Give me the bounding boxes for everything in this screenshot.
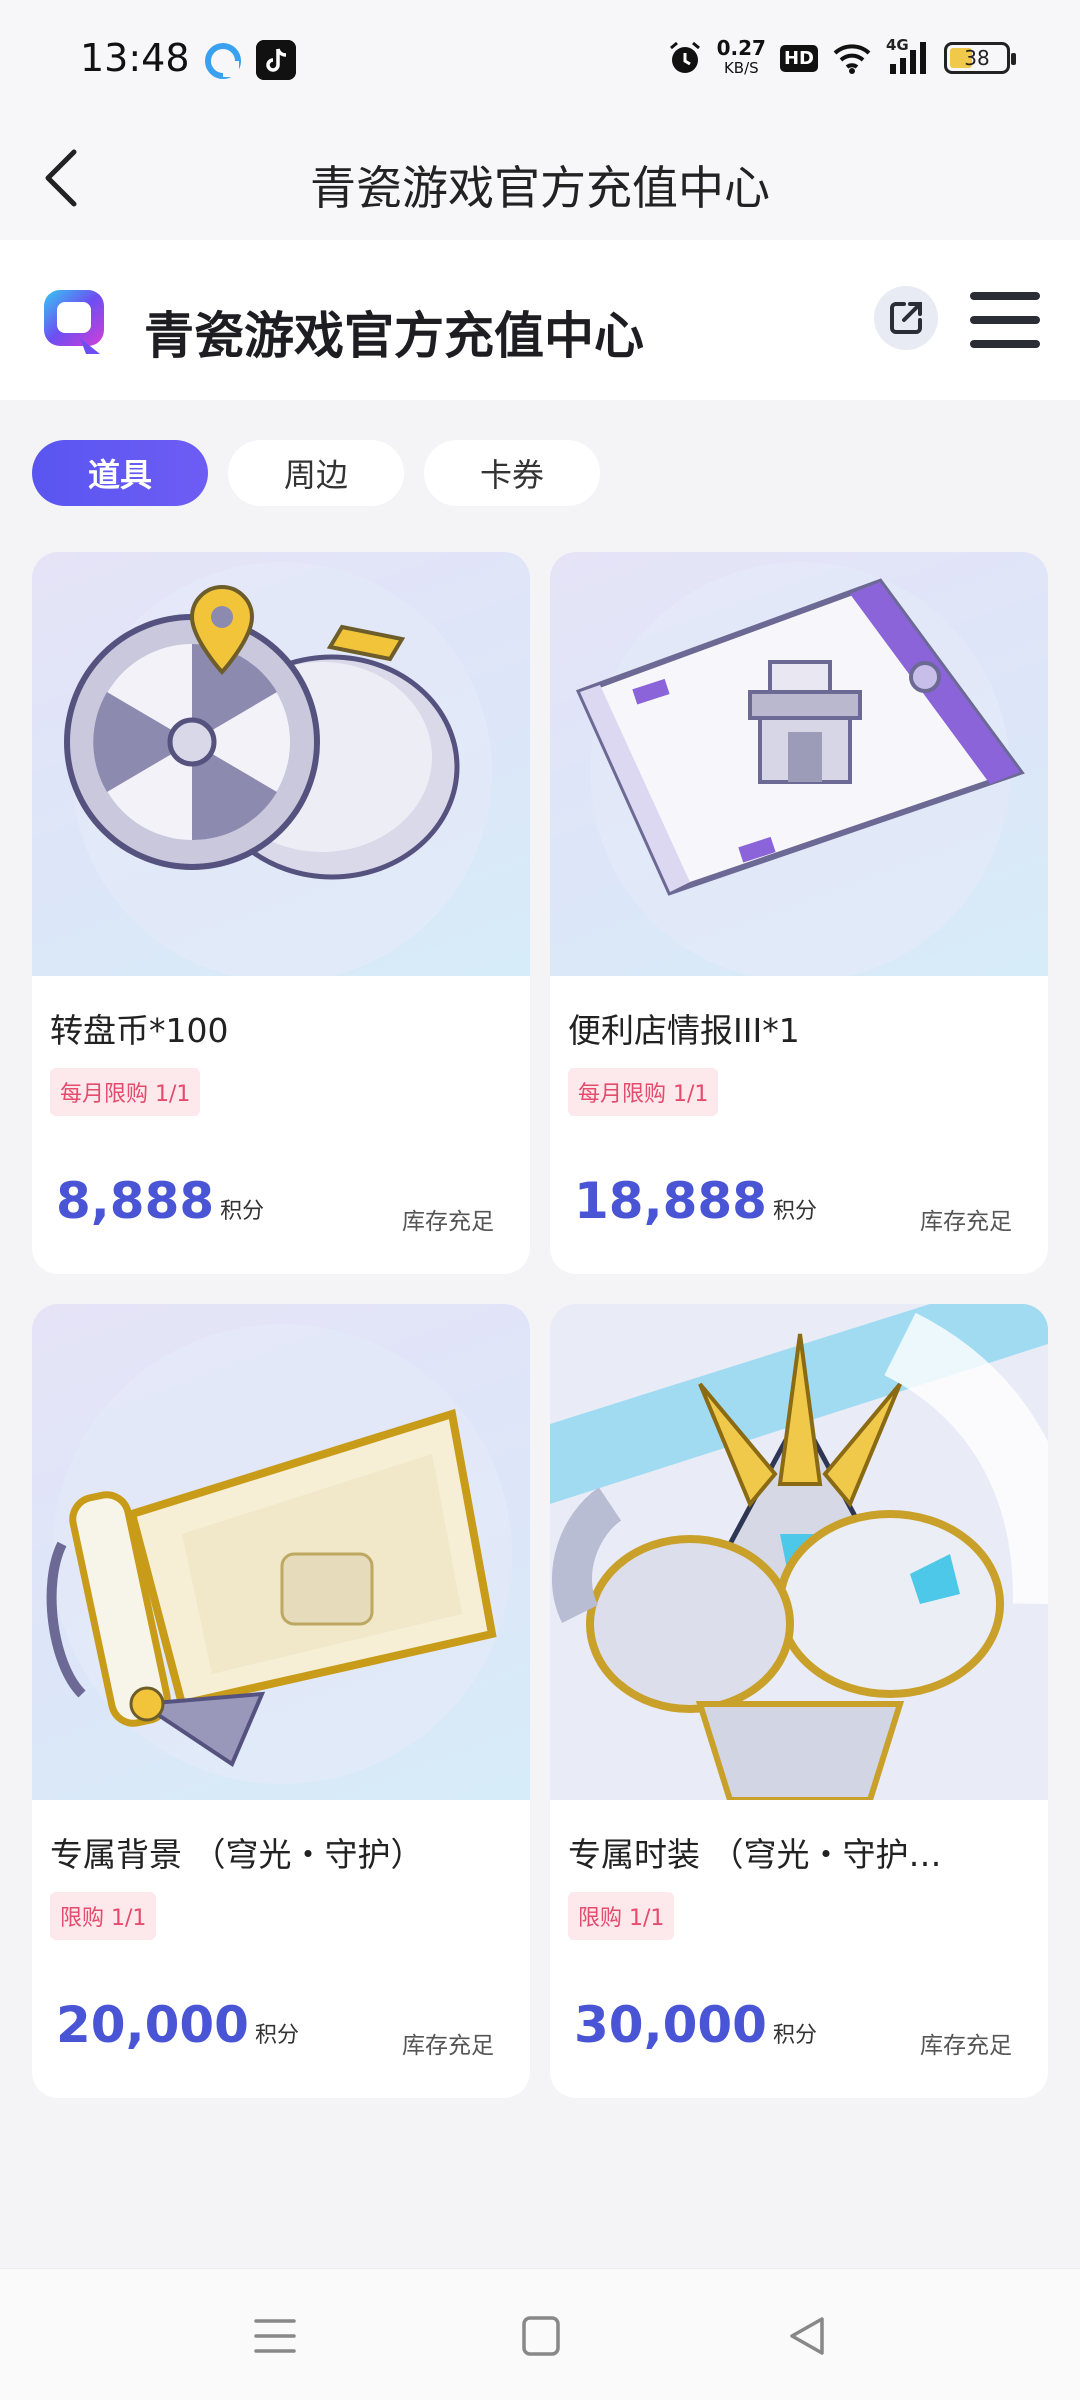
limit-badge: 限购 1/1	[50, 1892, 157, 1940]
net-speed: 0.27 KB/S	[717, 38, 766, 78]
price-value: 30,000	[574, 1996, 767, 2054]
signal-icon: 4G	[886, 36, 930, 76]
net-speed-unit: KB/S	[723, 59, 759, 77]
product-price: 8,888 积分	[56, 1172, 264, 1230]
external-link-icon	[890, 302, 922, 334]
scroll-image	[32, 1304, 530, 1800]
tiktok-icon	[256, 40, 296, 80]
hd-badge: HD	[779, 44, 818, 72]
category-tabs: 道具 周边 卡券	[32, 440, 600, 506]
price-value: 18,888	[574, 1172, 767, 1230]
tab-items[interactable]: 道具	[32, 440, 208, 506]
product-price: 30,000 积分	[574, 1996, 817, 2054]
price-value: 20,000	[56, 1996, 249, 2054]
stock-status: 库存充足	[920, 2033, 1012, 2059]
back-triangle-icon[interactable]	[782, 2313, 832, 2359]
product-price: 20,000 积分	[56, 1996, 299, 2054]
ticket-image	[550, 552, 1048, 976]
site-header: 青瓷游戏官方充值中心	[0, 240, 1080, 400]
share-button[interactable]	[874, 286, 938, 350]
price-unit: 积分	[772, 2023, 817, 2048]
product-name: 转盘币*100	[50, 1011, 229, 1050]
price-unit: 积分	[220, 1199, 265, 1224]
battery-indicator: 38	[944, 42, 1016, 74]
net-speed-value: 0.27	[716, 36, 766, 60]
title-bar: 青瓷游戏官方充值中心	[0, 112, 1080, 240]
stock-status: 库存充足	[402, 1209, 494, 1235]
status-time: 13:48	[80, 36, 190, 80]
price-unit: 积分	[254, 2023, 299, 2048]
q-logo-icon[interactable]	[40, 286, 112, 358]
limit-badge: 每月限购 1/1	[568, 1068, 719, 1116]
price-unit: 积分	[772, 1199, 817, 1224]
product-name: 专属背景 （穹光・守护）	[50, 1835, 424, 1874]
armor-image	[550, 1304, 1048, 1800]
product-name: 专属时装 （穹光・守护…	[568, 1835, 942, 1874]
wifi-icon	[833, 44, 871, 74]
product-name: 便利店情报III*1	[568, 1011, 800, 1050]
battery-level: 38	[964, 46, 990, 70]
status-bar: 13:48 0.27 KB/S HD 4G 38	[0, 0, 1080, 112]
coin-image	[32, 552, 530, 976]
limit-badge: 限购 1/1	[568, 1892, 675, 1940]
app-icon	[205, 43, 241, 79]
product-card[interactable]: 专属时装 （穹光・守护… 限购 1/1 30,000 积分 库存充足	[550, 1304, 1048, 2098]
tab-coupons[interactable]: 卡券	[424, 440, 600, 506]
menu-lines-icon[interactable]	[250, 2313, 300, 2359]
product-card[interactable]: 便利店情报III*1 每月限购 1/1 18,888 积分 库存充足	[550, 552, 1048, 1274]
price-value: 8,888	[56, 1172, 215, 1230]
page-title: 青瓷游戏官方充值中心	[310, 161, 770, 215]
hamburger-menu-icon[interactable]	[970, 292, 1040, 348]
product-price: 18,888 积分	[574, 1172, 817, 1230]
home-square-icon[interactable]	[516, 2313, 566, 2359]
site-title: 青瓷游戏官方充值中心	[144, 307, 644, 365]
stock-status: 库存充足	[402, 2033, 494, 2059]
limit-badge: 每月限购 1/1	[50, 1068, 201, 1116]
stock-status: 库存充足	[920, 1209, 1012, 1235]
product-card[interactable]: 转盘币*100 每月限购 1/1 8,888 积分 库存充足	[32, 552, 530, 1274]
system-nav-bar	[0, 2268, 1080, 2400]
alarm-icon	[669, 41, 700, 73]
product-card[interactable]: 专属背景 （穹光・守护） 限购 1/1 20,000 积分 库存充足	[32, 1304, 530, 2098]
tab-merch[interactable]: 周边	[228, 440, 404, 506]
